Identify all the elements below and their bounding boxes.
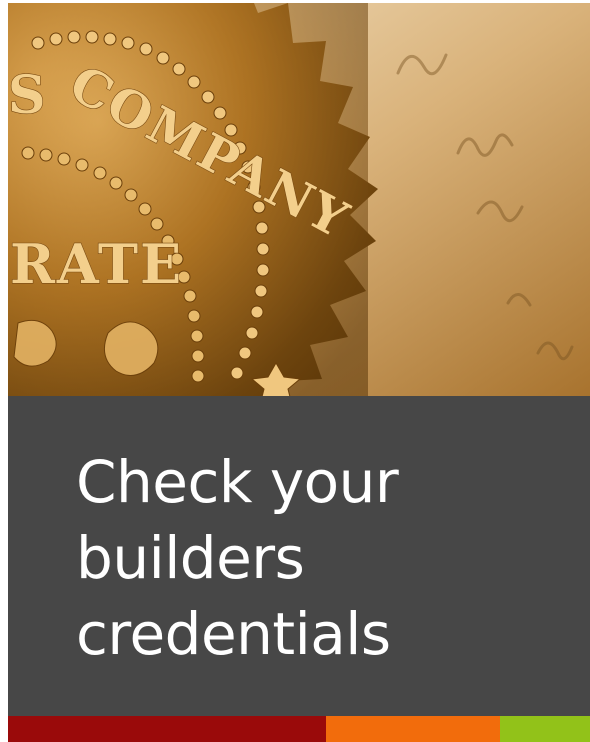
- stripe-red: [8, 716, 326, 742]
- title-panel: Check your builders credentials: [8, 396, 590, 716]
- title-line-3: credentials: [76, 600, 391, 668]
- color-stripe-bar: [8, 716, 590, 742]
- cover-title: Check your builders credentials: [76, 444, 556, 672]
- stripe-orange: [326, 716, 500, 742]
- cover-page: S COMPANY RATE Check your builders crede…: [8, 3, 590, 742]
- seal-letter-s: S: [8, 65, 46, 126]
- seal-word-rate: RATE: [10, 232, 183, 296]
- stripe-green: [500, 716, 590, 742]
- seal-photo: S COMPANY RATE: [8, 3, 590, 396]
- title-line-1: Check your: [76, 448, 399, 516]
- title-line-2: builders: [76, 524, 305, 592]
- gold-embossed-corporate-seal-icon: S COMPANY RATE: [8, 3, 590, 396]
